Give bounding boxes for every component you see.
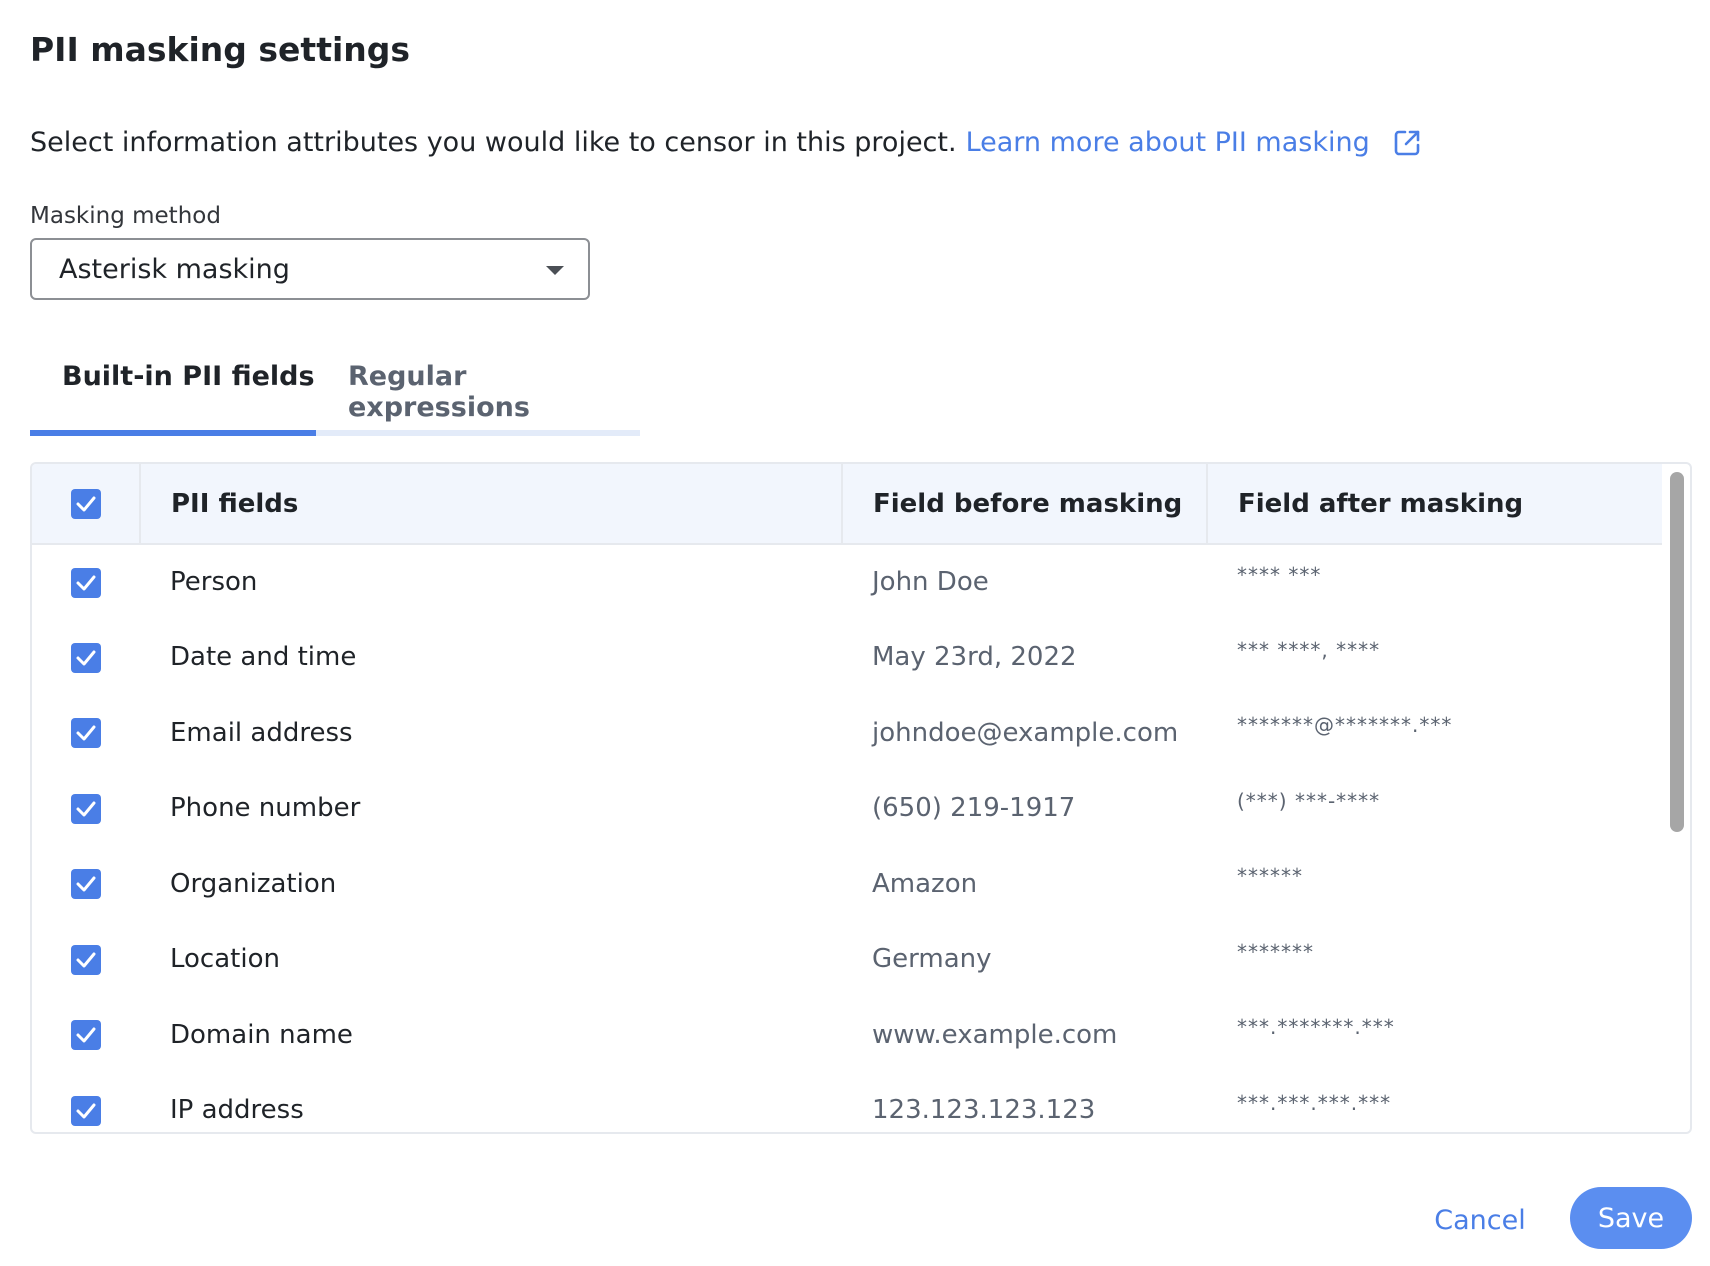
field-before-masking: www.example.com bbox=[872, 1019, 1118, 1050]
table-row: Phone number (650) 219-1917 (***) ***-**** bbox=[32, 771, 1662, 847]
tab-built-in-pii-fields[interactable]: Built-in PII fields bbox=[62, 361, 315, 392]
row-checkbox[interactable] bbox=[71, 1095, 101, 1126]
row-checkbox[interactable] bbox=[71, 869, 101, 899]
learn-more-link[interactable]: Learn more about PII masking bbox=[966, 127, 1370, 158]
checkmark-icon bbox=[76, 952, 96, 967]
table-row: Email address johndoe@example.com *******@… bbox=[32, 695, 1662, 771]
field-after-masking: *******@*******.*** bbox=[1237, 713, 1453, 737]
field-after-masking: **** *** bbox=[1237, 563, 1322, 587]
checkmark-icon bbox=[76, 650, 96, 665]
header-field-before-masking: Field before masking bbox=[841, 464, 1207, 545]
table-header-row: PII fields Field before masking Field af… bbox=[32, 464, 1662, 545]
pii-field-name: IP address bbox=[170, 1095, 304, 1126]
field-before-masking: May 23rd, 2022 bbox=[872, 642, 1077, 673]
table-row: Domain name www.example.com ***.*******.**… bbox=[32, 997, 1662, 1073]
table-row: Organization Amazon ****** bbox=[32, 846, 1662, 922]
masking-method-select[interactable]: Asterisk masking bbox=[30, 238, 590, 300]
table-row: Person John Doe **** *** bbox=[32, 544, 1662, 620]
header-field-after-masking: Field after masking bbox=[1206, 464, 1662, 545]
header-pii-fields: PII fields bbox=[139, 464, 842, 545]
field-before-masking: 123.123.123.123 bbox=[872, 1095, 1096, 1126]
field-after-masking: (***) ***-**** bbox=[1237, 788, 1381, 813]
pii-field-name: Phone number bbox=[170, 793, 361, 824]
field-after-masking: ***.***.***.*** bbox=[1237, 1090, 1392, 1115]
table-scrollbar[interactable] bbox=[1670, 472, 1684, 832]
row-checkbox-cell bbox=[32, 544, 140, 620]
row-checkbox-cell bbox=[32, 997, 140, 1073]
external-link-icon[interactable] bbox=[1392, 128, 1422, 158]
dialog-description-row: Select information attributes you would … bbox=[30, 127, 1422, 158]
pii-fields-table: PII fields Field before masking Field af… bbox=[30, 462, 1692, 1134]
pii-field-name: Email address bbox=[170, 717, 353, 748]
dialog-description: Select information attributes you would … bbox=[30, 127, 957, 158]
active-tab-indicator bbox=[30, 430, 316, 436]
pii-field-name: Domain name bbox=[170, 1019, 353, 1050]
checkmark-icon bbox=[76, 1027, 96, 1043]
dialog-title: PII masking settings bbox=[30, 30, 411, 69]
field-before-masking: (650) 219-1917 bbox=[872, 793, 1076, 824]
pii-field-name: Person bbox=[170, 567, 258, 598]
field-before-masking: Germany bbox=[872, 944, 992, 975]
row-checkbox[interactable] bbox=[71, 567, 101, 598]
masking-method-label: Masking method bbox=[30, 203, 221, 229]
row-checkbox[interactable] bbox=[71, 642, 101, 673]
pii-masking-dialog: PII masking settings Select information … bbox=[0, 0, 1710, 1266]
cancel-button[interactable]: Cancel bbox=[1420, 1190, 1540, 1250]
row-checkbox-cell bbox=[32, 1073, 140, 1133]
row-checkbox-cell bbox=[32, 846, 140, 922]
field-after-masking: ****** bbox=[1237, 864, 1303, 888]
field-after-masking: ******* bbox=[1237, 939, 1314, 964]
row-checkbox[interactable] bbox=[71, 718, 101, 748]
row-checkbox-cell bbox=[32, 771, 140, 847]
select-all-cell bbox=[32, 464, 140, 545]
checkmark-icon bbox=[76, 1103, 96, 1118]
field-before-masking: John Doe bbox=[872, 567, 989, 598]
field-after-masking: *** ****, **** bbox=[1237, 637, 1381, 662]
row-checkbox-cell bbox=[32, 620, 140, 696]
table-row: Date and time May 23rd, 2022 *** ****, ***… bbox=[32, 620, 1662, 696]
select-all-checkbox[interactable] bbox=[70, 488, 101, 519]
table-row: Location Germany ******* bbox=[32, 922, 1662, 998]
tab-regular-expressions[interactable]: Regular expressions bbox=[348, 361, 640, 423]
checkmark-icon bbox=[76, 496, 95, 512]
checkmark-icon bbox=[76, 801, 96, 816]
pii-field-name: Organization bbox=[170, 868, 337, 899]
pii-field-name: Date and time bbox=[170, 642, 357, 673]
table-row: IP address 123.123.123.123 ***.***.***.*** bbox=[32, 1073, 1662, 1133]
row-checkbox[interactable] bbox=[71, 1020, 101, 1050]
checkmark-icon bbox=[76, 725, 96, 741]
save-button[interactable]: Save bbox=[1570, 1187, 1692, 1249]
masking-method-value: Asterisk masking bbox=[59, 253, 290, 285]
row-checkbox-cell bbox=[32, 922, 140, 998]
field-before-masking: Amazon bbox=[872, 868, 978, 899]
chevron-down-icon bbox=[546, 266, 564, 275]
field-before-masking: johndoe@example.com bbox=[872, 717, 1179, 748]
row-checkbox[interactable] bbox=[71, 793, 101, 824]
tab-bar: Built-in PII fields Regular expressions bbox=[30, 355, 640, 436]
checkmark-icon bbox=[76, 876, 96, 892]
field-after-masking: ***.*******.*** bbox=[1237, 1015, 1395, 1039]
row-checkbox[interactable] bbox=[71, 944, 101, 975]
table-body: Person John Doe **** *** Date and time May 2… bbox=[32, 544, 1662, 1133]
pii-field-name: Location bbox=[170, 944, 280, 975]
checkmark-icon bbox=[76, 575, 96, 590]
row-checkbox-cell bbox=[32, 695, 140, 771]
